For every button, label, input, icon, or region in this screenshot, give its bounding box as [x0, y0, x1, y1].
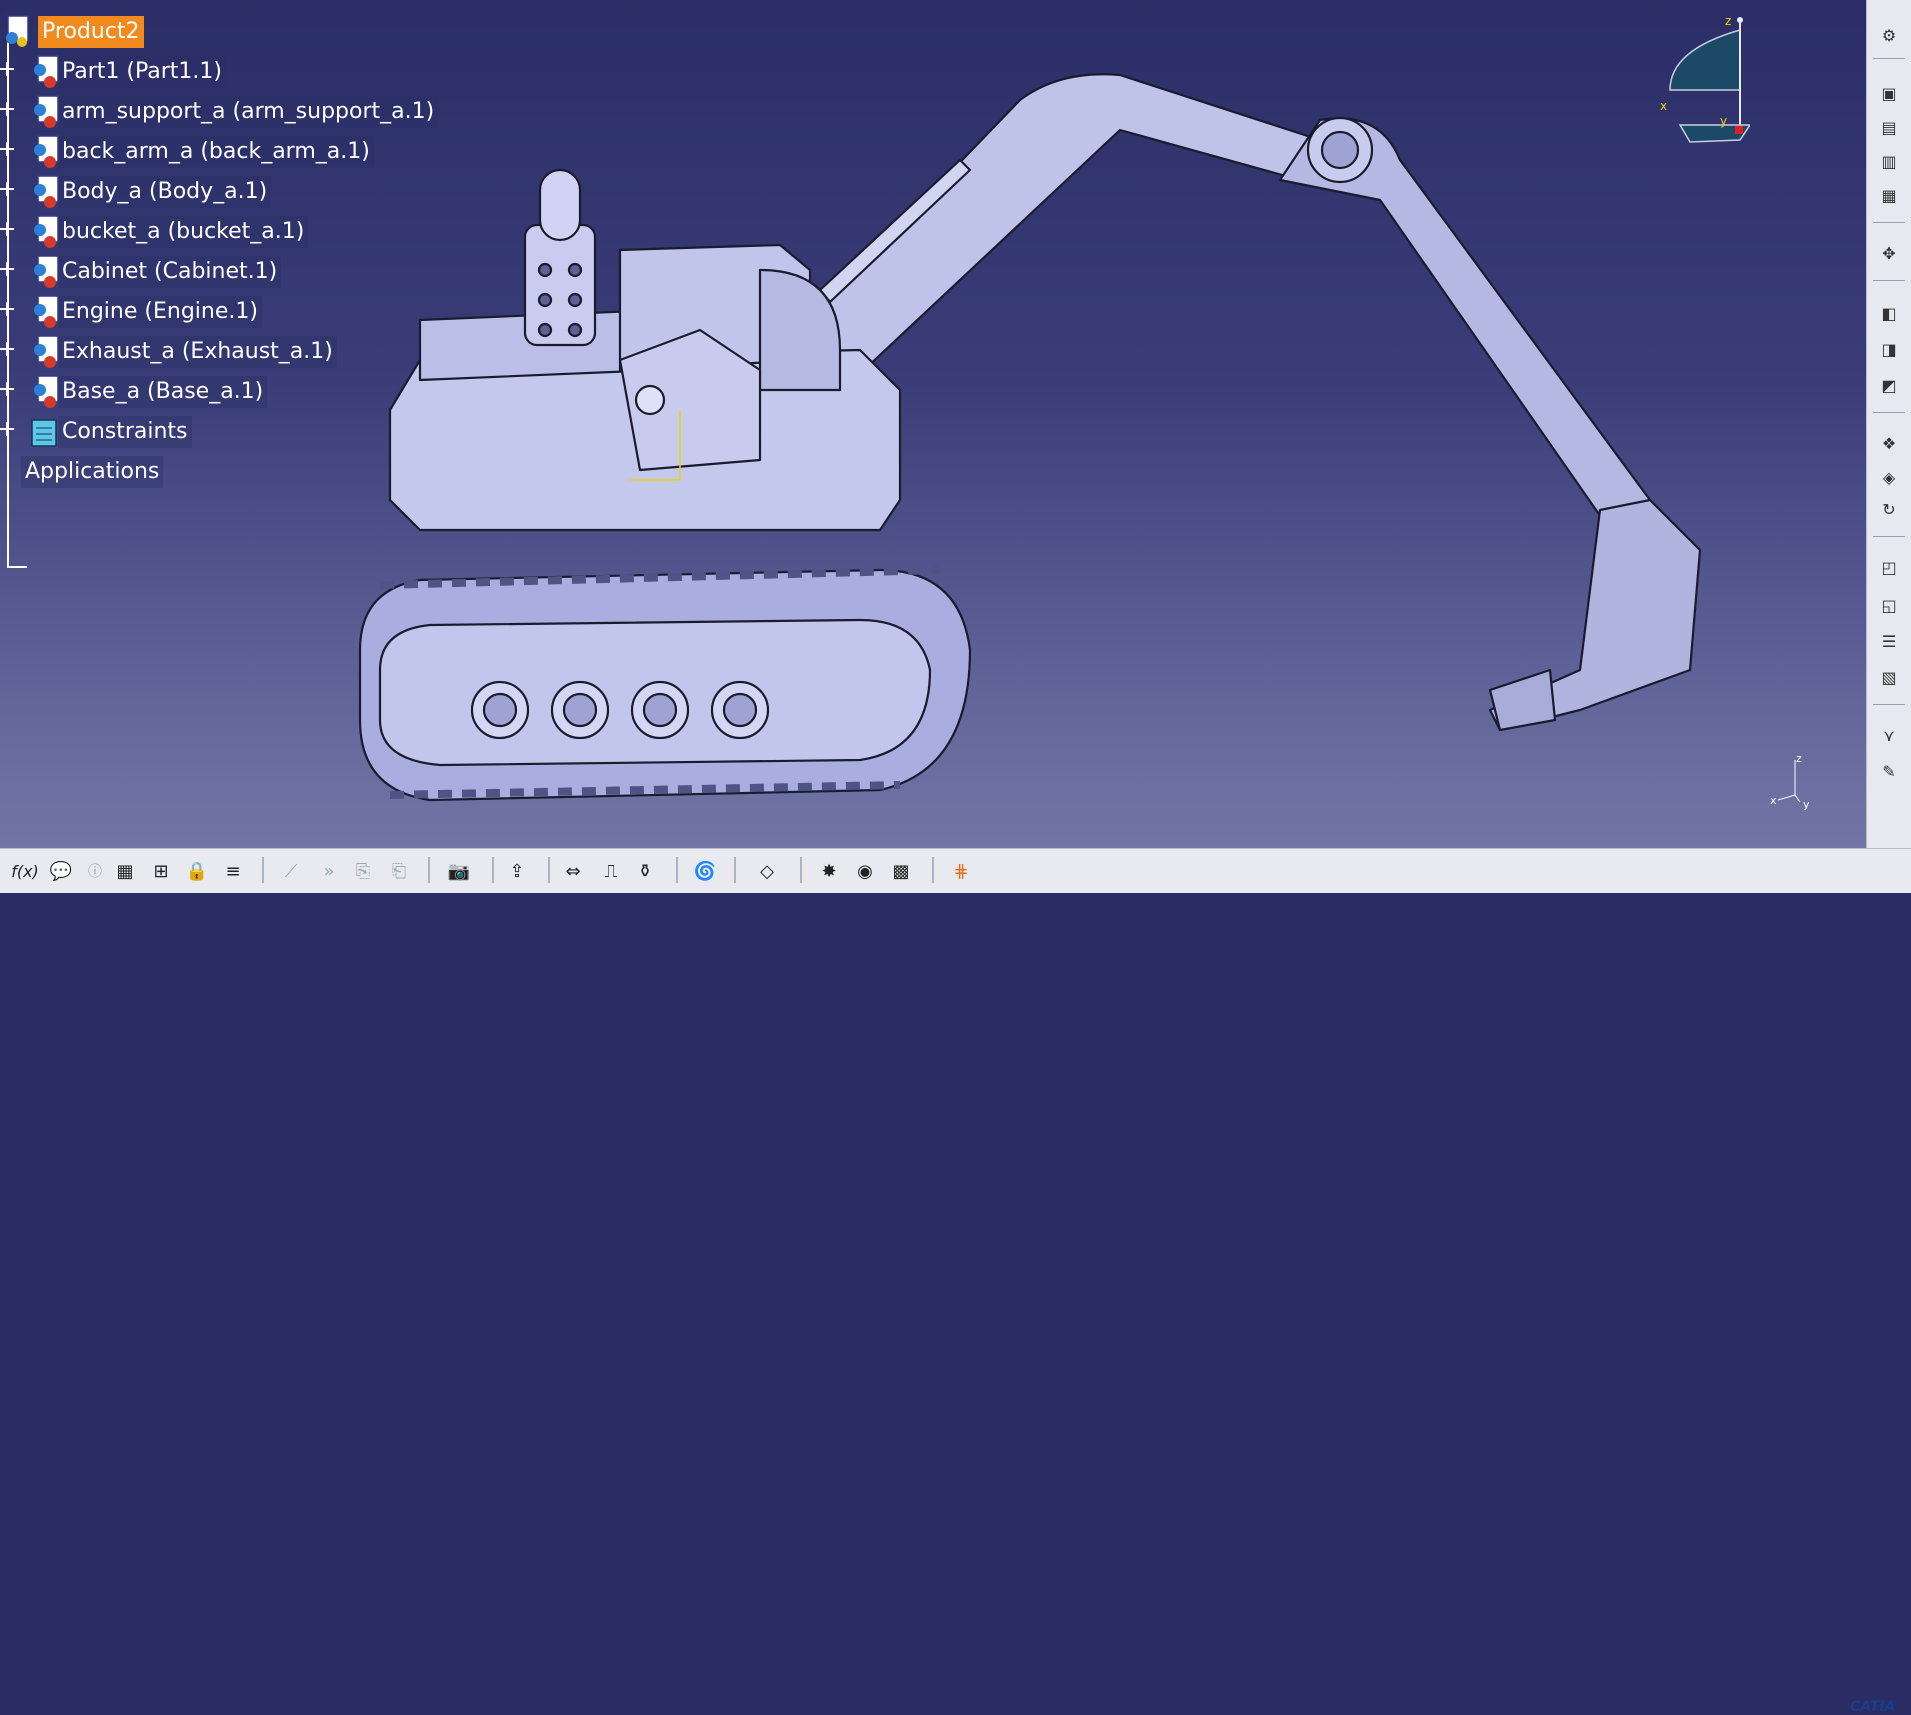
- toolbar-separator: [1873, 412, 1905, 413]
- tree-item-label[interactable]: arm_support_a (arm_support_a.1): [58, 96, 439, 128]
- clash-icon[interactable]: ◈: [1875, 464, 1903, 490]
- axis-indicator: z x y: [1770, 752, 1810, 810]
- tree-item-label[interactable]: Base_a (Base_a.1): [58, 376, 268, 408]
- toolbar-separator: [492, 857, 494, 883]
- toolbar-separator: [428, 857, 430, 883]
- bom-icon[interactable]: ☰: [1875, 628, 1903, 654]
- compass-widget[interactable]: z x y: [1610, 10, 1750, 170]
- toolbar-separator: [932, 857, 934, 883]
- tree-connector-apps: [7, 566, 27, 568]
- right-toolbar: ⚙ ▣ ▤ ▥ ▦ ✥ ◧ ◨ ◩ ❖ ◈ ↻ ◰ ◱ ☰ ▧ ⋎ ✎: [1866, 0, 1911, 848]
- coincidence-constraint-icon[interactable]: ◧: [1875, 300, 1903, 326]
- table-icon[interactable]: ▦: [110, 857, 140, 885]
- new-part-icon[interactable]: ▥: [1875, 148, 1903, 174]
- expand-icon[interactable]: [0, 302, 14, 316]
- toolbar-separator: [262, 857, 264, 883]
- tree-item-label[interactable]: Part1 (Part1.1): [58, 56, 227, 88]
- measure-between-icon[interactable]: ⇔: [558, 857, 588, 885]
- toolbar-separator: [800, 857, 802, 883]
- color-icon[interactable]: ▩: [886, 857, 916, 885]
- expand-icon[interactable]: [0, 142, 14, 156]
- lock-icon[interactable]: 🔒: [182, 857, 212, 885]
- render-star-icon[interactable]: ✸: [814, 857, 844, 885]
- annotation-icon[interactable]: ✎: [1875, 758, 1903, 784]
- contact-constraint-icon[interactable]: ◨: [1875, 336, 1903, 362]
- new-component-icon[interactable]: ▣: [1875, 80, 1903, 106]
- gear-icon[interactable]: ⚙: [1875, 22, 1903, 48]
- toolbar-separator: [548, 857, 550, 883]
- tree-root-label[interactable]: Product2: [38, 16, 144, 48]
- product-icon: [6, 15, 29, 47]
- expand-icon[interactable]: [0, 382, 14, 396]
- expand-icon[interactable]: [0, 182, 14, 196]
- manipulation-icon[interactable]: ✥: [1875, 240, 1903, 266]
- swirl-icon[interactable]: 🌀: [690, 857, 720, 885]
- toolbar-separator: [676, 857, 678, 883]
- exhaust: [523, 223, 597, 347]
- compass-z-label: z: [1725, 14, 1731, 28]
- formula-button[interactable]: f(x): [10, 857, 40, 885]
- tree-item-label[interactable]: Constraints: [58, 416, 192, 448]
- catalog-icon[interactable]: ◰: [1875, 554, 1903, 580]
- tree-icon[interactable]: ⊞: [146, 857, 176, 885]
- scenes-icon[interactable]: ▧: [1875, 664, 1903, 690]
- existing-component-icon[interactable]: ▦: [1875, 182, 1903, 208]
- material-icon[interactable]: ◉: [850, 857, 880, 885]
- camera-icon[interactable]: 📷: [444, 857, 474, 885]
- grid-icon[interactable]: ⋕: [946, 857, 976, 885]
- sectioning-icon[interactable]: ◱: [1875, 592, 1903, 618]
- toolbar-separator: [1873, 222, 1905, 223]
- explode-icon[interactable]: ❖: [1875, 430, 1903, 456]
- offset-constraint-icon[interactable]: ◩: [1875, 372, 1903, 398]
- toolbar-separator: [1873, 280, 1905, 281]
- copy-icon[interactable]: ⎘: [348, 857, 378, 885]
- expand-icon[interactable]: [0, 422, 14, 436]
- plane-icon[interactable]: ◇: [752, 857, 782, 885]
- toolbar-separator: [1873, 704, 1905, 705]
- new-product-icon[interactable]: ▤: [1875, 114, 1903, 140]
- forward-icon[interactable]: »: [314, 857, 344, 885]
- measure-item-icon[interactable]: ⎍: [596, 857, 626, 885]
- toolbar-separator: [1873, 536, 1905, 537]
- info-icon[interactable]: ⓘ: [80, 857, 110, 885]
- toolbar-separator: [734, 857, 736, 883]
- expand-icon[interactable]: [0, 62, 14, 76]
- compass-x-label: x: [1660, 99, 1667, 113]
- bottom-toolbar: f(x) 💬 ⓘ ▦ ⊞ 🔒 ≡ ⟋ » ⎘ ⎗ 📷 ⇪ ⇔ ⎍ ⚱ 🌀 ◇ ✸…: [0, 848, 1911, 1715]
- toolbar-separator: [1873, 58, 1905, 59]
- excavator-model[interactable]: [340, 30, 1720, 830]
- tree-item-label[interactable]: Engine (Engine.1): [58, 296, 262, 328]
- expand-icon[interactable]: [0, 102, 14, 116]
- tree-item-label[interactable]: Applications: [21, 456, 164, 488]
- tree-item-label[interactable]: bucket_a (bucket_a.1): [58, 216, 309, 248]
- measure-icon[interactable]: ⟋: [276, 857, 306, 885]
- expand-icon[interactable]: [0, 342, 14, 356]
- inertia-icon[interactable]: ⚱: [630, 857, 660, 885]
- paste-icon[interactable]: ⎗: [384, 857, 414, 885]
- tree-item-label[interactable]: back_arm_a (back_arm_a.1): [58, 136, 374, 168]
- update-icon[interactable]: ↻: [1875, 496, 1903, 522]
- compass-y-label: y: [1720, 114, 1727, 128]
- weld-icon[interactable]: ⋎: [1875, 722, 1903, 748]
- tree-item-label[interactable]: Cabinet (Cabinet.1): [58, 256, 282, 288]
- publish-icon[interactable]: ⇪: [502, 857, 532, 885]
- catia-logo: CATIA: [1850, 1699, 1896, 1715]
- 3d-viewport[interactable]: Product2 Part1 (Part1.1) arm_support_a (…: [0, 0, 1866, 848]
- axis-z-label: z: [1796, 752, 1802, 765]
- list-icon[interactable]: ≡: [218, 857, 248, 885]
- tree-item-label[interactable]: Exhaust_a (Exhaust_a.1): [58, 336, 337, 368]
- axis-y-label: y: [1803, 798, 1810, 810]
- expand-icon[interactable]: [0, 262, 14, 276]
- axis-x-label: x: [1770, 794, 1777, 807]
- tree-item-label[interactable]: Body_a (Body_a.1): [58, 176, 272, 208]
- expand-icon[interactable]: [0, 222, 14, 236]
- comment-icon[interactable]: 💬: [46, 857, 76, 885]
